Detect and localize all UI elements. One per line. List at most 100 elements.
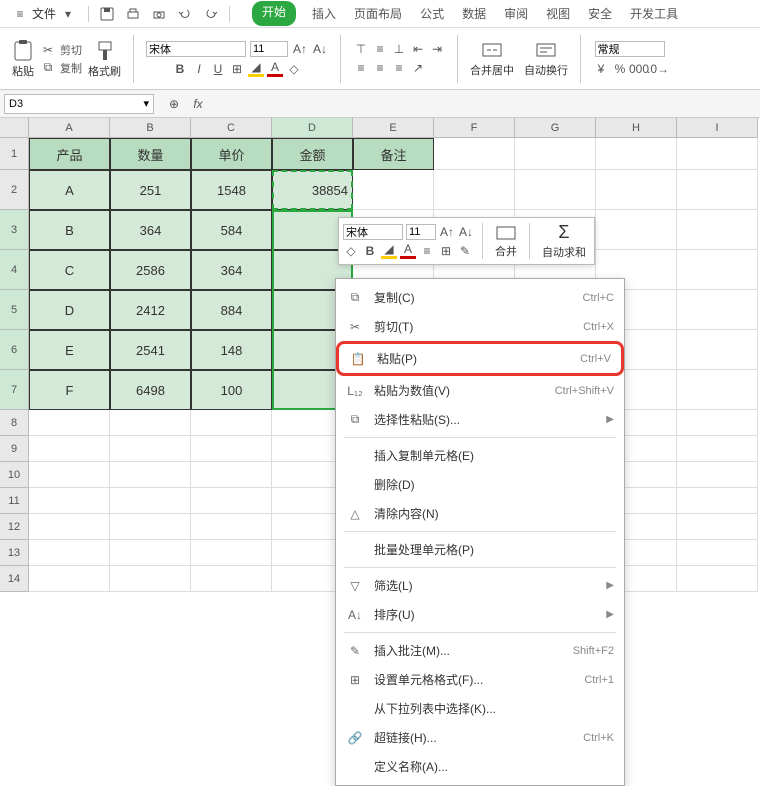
- cell[interactable]: [677, 170, 758, 210]
- mini-merge-button[interactable]: 合并: [491, 224, 521, 259]
- tab-formula[interactable]: 公式: [418, 1, 446, 26]
- cell[interactable]: [434, 138, 515, 170]
- increase-font-icon[interactable]: A↑: [439, 224, 455, 240]
- cell[interactable]: [677, 210, 758, 250]
- cell[interactable]: [29, 566, 110, 592]
- context-item[interactable]: ✂剪切(T)Ctrl+X: [336, 312, 624, 341]
- cell[interactable]: [596, 210, 677, 250]
- cell[interactable]: [191, 410, 272, 436]
- cell[interactable]: 251: [110, 170, 191, 210]
- cell[interactable]: [353, 170, 434, 210]
- cell[interactable]: [191, 540, 272, 566]
- cell[interactable]: [677, 138, 758, 170]
- cell[interactable]: [29, 410, 110, 436]
- row-header[interactable]: 13: [0, 540, 29, 566]
- cell[interactable]: 产品: [29, 138, 110, 170]
- context-item[interactable]: 插入复制单元格(E): [336, 441, 624, 470]
- comma-button[interactable]: 000: [631, 61, 647, 77]
- cell[interactable]: 备注: [353, 138, 434, 170]
- cell[interactable]: [110, 436, 191, 462]
- cell[interactable]: 100: [191, 370, 272, 410]
- context-item[interactable]: 📋粘贴(P)Ctrl+V: [336, 341, 624, 376]
- wrap-text-button[interactable]: 自动换行: [524, 40, 568, 78]
- align-left-icon[interactable]: ≡: [353, 60, 369, 76]
- col-header[interactable]: F: [434, 118, 515, 138]
- col-header[interactable]: B: [110, 118, 191, 138]
- row-header[interactable]: 14: [0, 566, 29, 592]
- mini-autosum-button[interactable]: Σ 自动求和: [538, 222, 590, 260]
- cell[interactable]: 364: [191, 250, 272, 290]
- align-top-icon[interactable]: ⊤: [353, 41, 369, 57]
- cell[interactable]: [110, 540, 191, 566]
- print-button[interactable]: [121, 4, 145, 24]
- cell[interactable]: [191, 436, 272, 462]
- tab-devtools[interactable]: 开发工具: [628, 1, 680, 26]
- col-header[interactable]: G: [515, 118, 596, 138]
- font-color-button[interactable]: A: [267, 61, 283, 77]
- increase-font-icon[interactable]: A↑: [292, 41, 308, 57]
- tab-insert[interactable]: 插入: [310, 1, 338, 26]
- cell[interactable]: 2541: [110, 330, 191, 370]
- fill-color-button[interactable]: ◢: [248, 61, 264, 77]
- row-header[interactable]: 7: [0, 370, 29, 410]
- cell[interactable]: [191, 462, 272, 488]
- align-right-icon[interactable]: ≡: [391, 60, 407, 76]
- cell[interactable]: 38854: [272, 170, 353, 210]
- lookup-icon[interactable]: ⊕: [166, 96, 182, 112]
- format-painter-icon[interactable]: ✎: [457, 243, 473, 259]
- col-header[interactable]: H: [596, 118, 677, 138]
- cell[interactable]: [677, 540, 758, 566]
- decrease-font-icon[interactable]: A↓: [312, 41, 328, 57]
- cell[interactable]: 148: [191, 330, 272, 370]
- clear-format-icon[interactable]: ◇: [343, 243, 359, 259]
- cell[interactable]: [677, 370, 758, 410]
- row-header[interactable]: 12: [0, 514, 29, 540]
- row-header[interactable]: 10: [0, 462, 29, 488]
- cell[interactable]: [515, 170, 596, 210]
- cell[interactable]: [596, 138, 677, 170]
- cell[interactable]: 数量: [110, 138, 191, 170]
- row-header[interactable]: 11: [0, 488, 29, 514]
- context-item[interactable]: △清除内容(N): [336, 499, 624, 528]
- row-header[interactable]: 2: [0, 170, 29, 210]
- row-header[interactable]: 1: [0, 138, 29, 170]
- cell[interactable]: [29, 488, 110, 514]
- row-header[interactable]: 9: [0, 436, 29, 462]
- border-button[interactable]: ⊞: [438, 243, 454, 259]
- col-header[interactable]: A: [29, 118, 110, 138]
- percent-button[interactable]: %: [612, 61, 628, 77]
- cell[interactable]: [677, 462, 758, 488]
- align-middle-icon[interactable]: ≡: [372, 41, 388, 57]
- cell[interactable]: [677, 436, 758, 462]
- cell[interactable]: A: [29, 170, 110, 210]
- cell[interactable]: [191, 514, 272, 540]
- row-header[interactable]: 5: [0, 290, 29, 330]
- indent-increase-icon[interactable]: ⇥: [429, 41, 445, 57]
- cell[interactable]: [29, 436, 110, 462]
- cell[interactable]: [110, 514, 191, 540]
- cell[interactable]: [677, 290, 758, 330]
- redo-button[interactable]: [199, 4, 223, 24]
- cell[interactable]: F: [29, 370, 110, 410]
- cut-button[interactable]: ✂剪切: [40, 42, 82, 58]
- cell[interactable]: 2586: [110, 250, 191, 290]
- tab-pagelayout[interactable]: 页面布局: [352, 1, 404, 26]
- file-menu-button[interactable]: ≡ 文件 ▾: [6, 3, 82, 24]
- cell[interactable]: [29, 462, 110, 488]
- select-all-corner[interactable]: [0, 118, 29, 138]
- context-item[interactable]: ✎插入批注(M)...Shift+F2: [336, 636, 624, 665]
- tab-data[interactable]: 数据: [460, 1, 488, 26]
- col-header[interactable]: C: [191, 118, 272, 138]
- cell[interactable]: [110, 410, 191, 436]
- col-header[interactable]: D: [272, 118, 353, 138]
- format-painter-button[interactable]: 格式刷: [88, 39, 121, 79]
- context-item[interactable]: L₁₂粘贴为数值(V)Ctrl+Shift+V: [336, 376, 624, 405]
- cell[interactable]: [434, 170, 515, 210]
- font-size-select[interactable]: [250, 41, 288, 57]
- name-box[interactable]: D3 ▾: [4, 94, 154, 114]
- col-header[interactable]: E: [353, 118, 434, 138]
- font-color-button[interactable]: A: [400, 243, 416, 259]
- font-name-select[interactable]: [146, 41, 246, 57]
- cell[interactable]: [29, 540, 110, 566]
- italic-button[interactable]: I: [191, 61, 207, 77]
